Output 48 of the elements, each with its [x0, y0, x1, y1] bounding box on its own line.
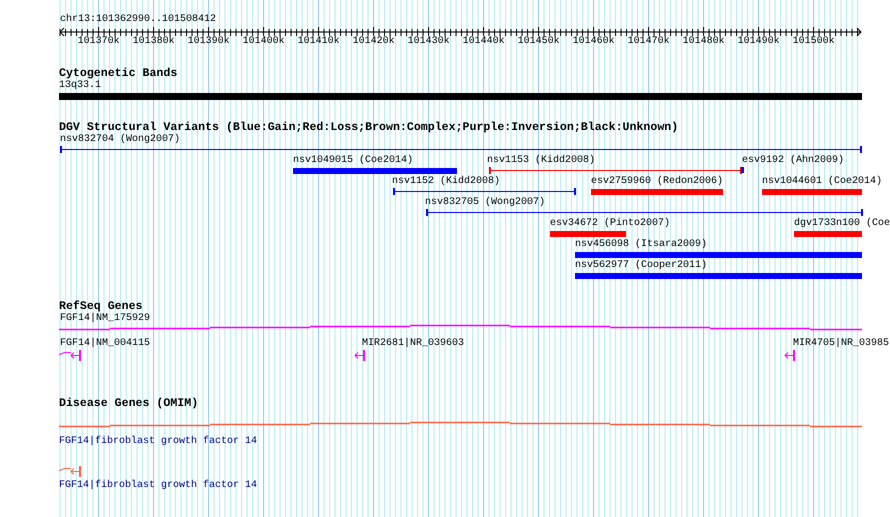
variant-line[interactable] [426, 209, 863, 216]
tick-label: 101500k [792, 36, 835, 48]
tick-label: 101390k [188, 36, 230, 48]
gene-arrow-drawing[interactable] [59, 350, 82, 361]
track-title: Cytogenetic Bands [59, 67, 178, 80]
variant-label: dgv1733n100 (Coe [794, 218, 890, 230]
variant-label: nsv832705 (Wong2007) [425, 197, 546, 209]
tick-label: 101440k [462, 36, 505, 48]
track-title: RefSeq Genes [59, 300, 142, 313]
gene-label[interactable]: FGF14|fibroblast growth factor 14 [59, 480, 258, 492]
gene-label[interactable]: MIR4705|NR_03985 [793, 338, 890, 350]
tick-label: 101380k [132, 36, 175, 48]
tick-label: 101400k [242, 36, 285, 48]
variant-line[interactable] [393, 188, 576, 195]
variant-line[interactable] [489, 167, 742, 174]
tick-label: 101370k [78, 36, 120, 48]
variant-label: nsv1153 (Kidd2008) [487, 155, 596, 167]
variant-label: nsv1044601 (Coe2014) [762, 176, 882, 188]
track-title: Disease Genes (OMIM) [59, 397, 198, 410]
gene-arrow-drawing[interactable] [59, 466, 82, 477]
variant-label: esv9192 (Ahn2009) [742, 155, 844, 167]
tick-label: 101430k [408, 36, 450, 48]
tick-label: 101480k [682, 36, 725, 48]
track-title: DGV Structural Variants (Blue:Gain;Red:Loss;Brown:Complex;Purple:Inversion;Black:Unknown) [59, 121, 678, 134]
variant-label: nsv832704 (Wong2007) [60, 134, 180, 146]
gene-line[interactable] [59, 325, 862, 331]
variant-label: nsv1049015 (Coe2014) [293, 155, 414, 167]
tick-label: 101410k [298, 36, 340, 48]
band-label: 13q33.1 [59, 80, 102, 92]
variant-label: esv34672 (Pinto2007) [550, 218, 670, 230]
variant-label: nsv1152 (Kidd2008) [392, 176, 500, 188]
variant-line[interactable] [60, 146, 862, 153]
arrow-icon[interactable] [355, 350, 366, 361]
tick-label: 101490k [738, 36, 780, 48]
tick-label: 101450k [518, 36, 560, 48]
tick-label: 101460k [572, 36, 615, 48]
gene-label[interactable]: FGF14|NM_004115 [60, 338, 150, 350]
arrow-icon[interactable] [785, 350, 796, 361]
variant-label: nsv456098 (Itsara2009) [575, 239, 708, 251]
tick-label: 101420k [352, 36, 395, 48]
gene-line[interactable] [59, 422, 862, 428]
locus-label: chr13:101362990..101508412 [60, 14, 216, 26]
gene-label[interactable]: MIR2681|NR_039603 [362, 338, 464, 350]
variant-label: nsv562977 (Cooper2011) [575, 260, 708, 272]
gene-label[interactable]: FGF14|fibroblast growth factor 14 [59, 436, 258, 448]
gene-label[interactable]: FGF14|NM_175929 [60, 313, 150, 325]
tick-label: 101470k [628, 36, 670, 48]
variant-label: esv2759960 (Redon2006) [591, 176, 724, 188]
